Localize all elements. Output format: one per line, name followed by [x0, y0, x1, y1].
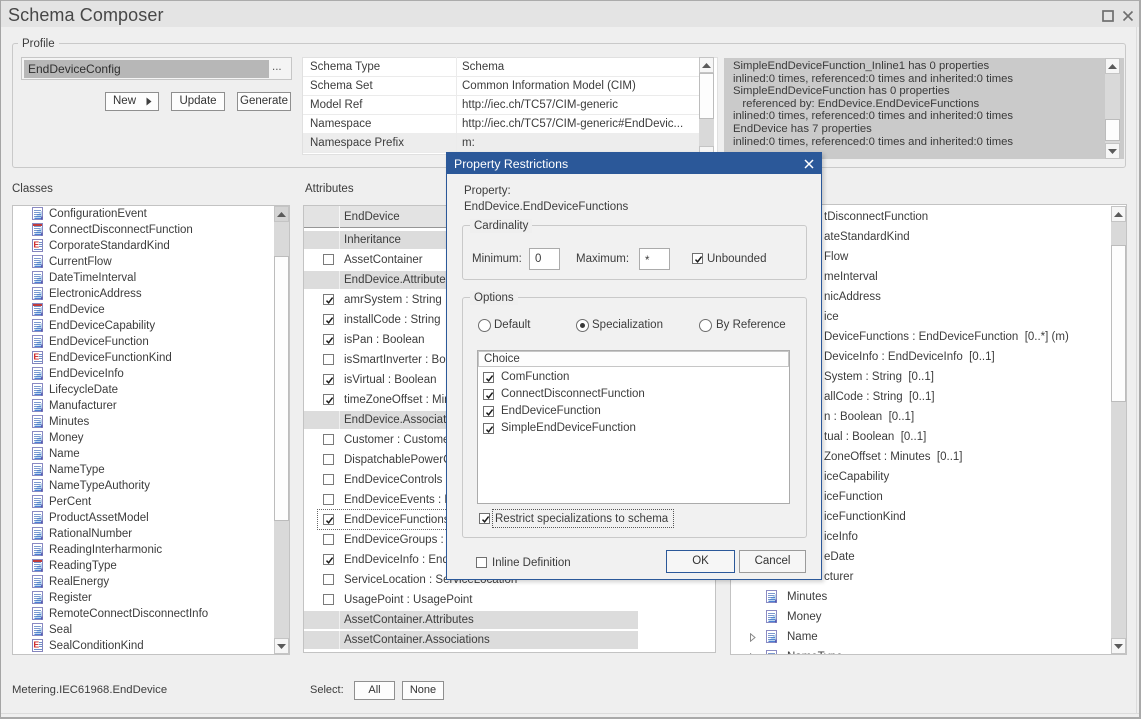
svg-text:E: E — [34, 240, 40, 250]
svg-text:E: E — [34, 352, 40, 362]
svg-text:E: E — [34, 640, 40, 650]
